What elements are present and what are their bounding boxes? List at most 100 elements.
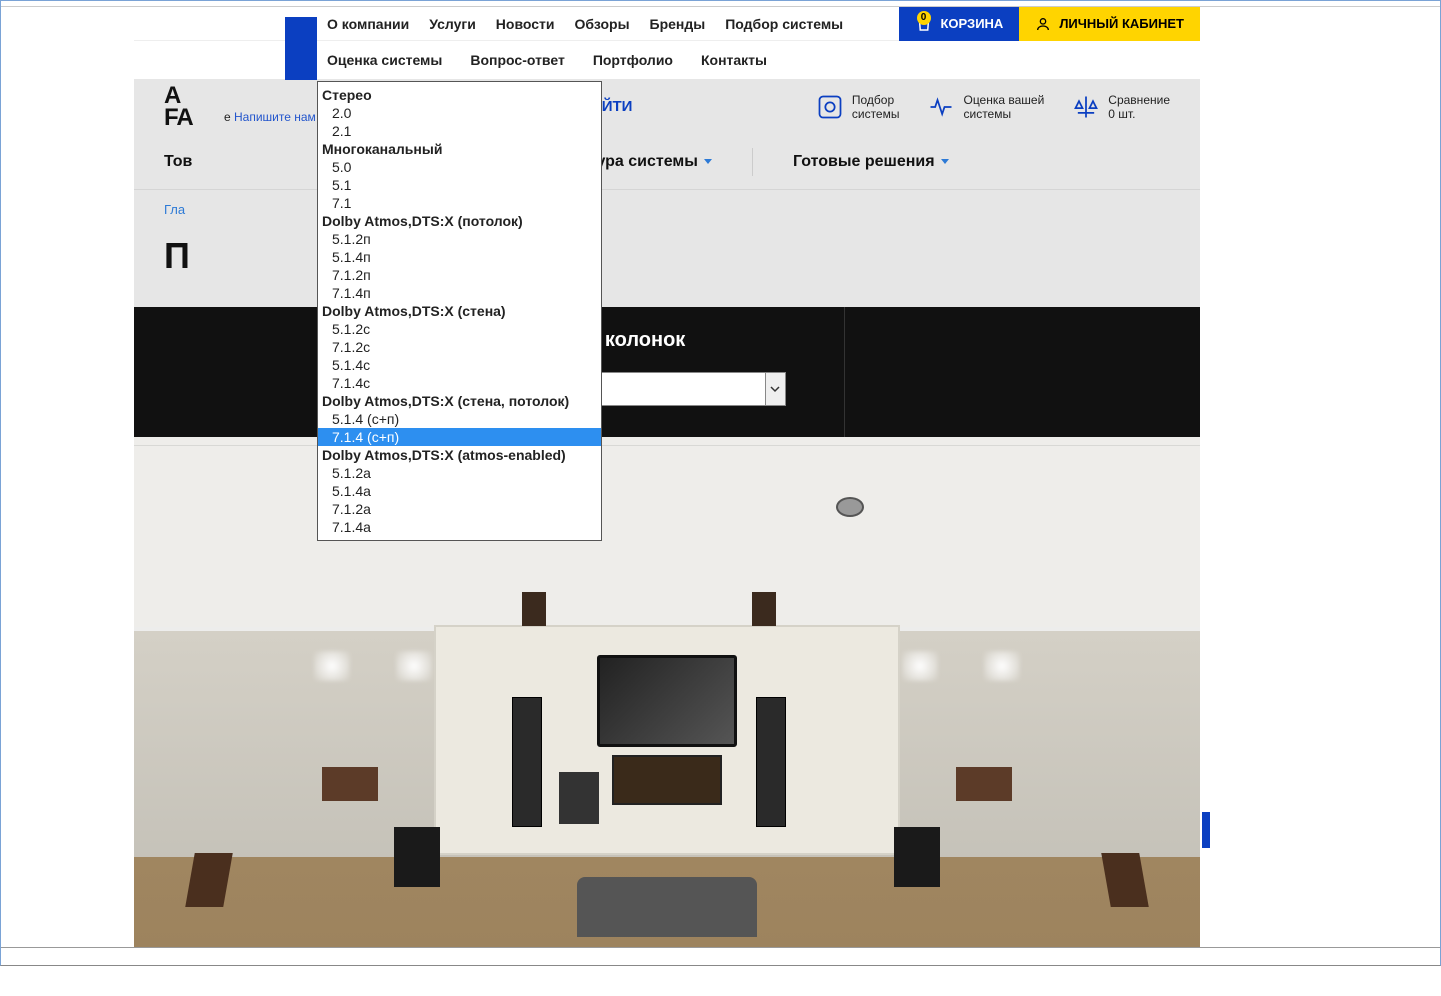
icon-link-compare-l2: 0 шт. bbox=[1108, 107, 1170, 121]
dropdown-item[interactable]: 7.1 bbox=[318, 194, 601, 212]
config-cell-3 bbox=[845, 307, 1200, 437]
side-left-speaker-icon bbox=[322, 767, 378, 801]
dropdown-item[interactable]: 7.1.4п bbox=[318, 284, 601, 302]
dropdown-item[interactable]: 5.1.2с bbox=[318, 320, 601, 338]
subnav-evaluation[interactable]: Оценка системы bbox=[327, 52, 442, 68]
icon-link-podmor-l2: системы bbox=[852, 107, 900, 121]
dropdown-group-header: Dolby Atmos,DTS:X (стена, потолок) bbox=[318, 392, 601, 410]
logo-line2: FA bbox=[164, 107, 224, 129]
dropdown-item[interactable]: 5.1 bbox=[318, 176, 601, 194]
browser-bottom-strip bbox=[1, 947, 1440, 965]
height-right-speaker-icon bbox=[752, 592, 776, 626]
dropdown-item[interactable]: 7.1.2с bbox=[318, 338, 601, 356]
tab-products[interactable]: Тов bbox=[164, 153, 192, 171]
nav-system-pick[interactable]: Подбор системы bbox=[725, 11, 843, 37]
dropdown-group-header: Dolby Atmos,DTS:X (потолок) bbox=[318, 212, 601, 230]
breadcrumb: Гла bbox=[134, 190, 1200, 225]
select-arrow-icon bbox=[765, 373, 785, 405]
dropdown-item[interactable]: 7.1.2п bbox=[318, 266, 601, 284]
dropdown-item[interactable]: 5.0 bbox=[318, 158, 601, 176]
target-icon bbox=[816, 93, 844, 121]
dropdown-item[interactable]: 7.1.4с bbox=[318, 374, 601, 392]
nav-about[interactable]: О компании bbox=[327, 11, 409, 37]
tab-solutions[interactable]: Готовые решения bbox=[793, 153, 949, 171]
contact-prefix: е bbox=[224, 110, 234, 124]
icon-link-podmor[interactable]: Подборсистемы bbox=[816, 93, 900, 121]
front-left-speaker-icon bbox=[512, 697, 542, 827]
icon-link-compare-l1: Сравнение bbox=[1108, 93, 1170, 107]
tv-stand-icon bbox=[612, 755, 722, 805]
dropdown-item[interactable]: 2.0 bbox=[318, 104, 601, 122]
tab-solutions-label: Готовые решения bbox=[793, 153, 935, 171]
header-icon-links: Подборсистемы Оценка вашейсистемы Сравне… bbox=[816, 93, 1170, 121]
dropdown-item[interactable]: 2.1 bbox=[318, 122, 601, 140]
wall-light-icon bbox=[314, 651, 350, 681]
subnav-faq[interactable]: Вопрос-ответ bbox=[470, 52, 564, 68]
nav-news[interactable]: Новости bbox=[496, 11, 555, 37]
dropdown-group-header: Многоканальный bbox=[318, 140, 601, 158]
dropdown-item[interactable]: 7.1.2а bbox=[318, 500, 601, 518]
dropdown-item[interactable]: 7.1.4 (с+п) bbox=[318, 428, 601, 446]
feedback-tab[interactable] bbox=[1202, 812, 1210, 848]
front-right-speaker-icon bbox=[756, 697, 786, 827]
scales-icon bbox=[1072, 93, 1100, 121]
tv-icon bbox=[597, 655, 737, 747]
pulse-icon bbox=[927, 93, 955, 121]
page-title: П bbox=[134, 225, 1200, 307]
icon-link-evaluate[interactable]: Оценка вашейсистемы bbox=[927, 93, 1044, 121]
rear-left-speaker-icon bbox=[394, 827, 440, 887]
account-label: ЛИЧНЫЙ КАБИНЕТ bbox=[1059, 16, 1184, 31]
dropdown-item[interactable]: 5.1.4 (с+п) bbox=[318, 410, 601, 428]
dropdown-group-header: Стерео bbox=[318, 86, 601, 104]
dropdown-item[interactable]: 5.1.4с bbox=[318, 356, 601, 374]
dropdown-item[interactable]: 5.1.2а bbox=[318, 464, 601, 482]
dropdown-item[interactable]: 5.1.2п bbox=[318, 230, 601, 248]
nav-reviews[interactable]: Обзоры bbox=[575, 11, 630, 37]
sofa-icon bbox=[577, 877, 757, 937]
wall-light-icon bbox=[902, 651, 938, 681]
ceiling-spot-right-icon bbox=[836, 497, 864, 517]
tab-products-label: Тов bbox=[164, 153, 192, 171]
logo[interactable]: A FA bbox=[164, 85, 224, 129]
wall-light-icon bbox=[984, 651, 1020, 681]
structure-dropdown-panel[interactable]: Стерео2.02.1Многоканальный5.05.17.1Dolby… bbox=[317, 81, 602, 541]
room-visualization bbox=[134, 437, 1200, 947]
chevron-down-icon bbox=[704, 159, 712, 164]
subnav-contacts[interactable]: Контакты bbox=[701, 52, 767, 68]
nav-brands[interactable]: Бренды bbox=[650, 11, 706, 37]
side-right-speaker-icon bbox=[956, 767, 1012, 801]
icon-link-podmor-l1: Подбор bbox=[852, 93, 900, 107]
nav-services[interactable]: Услуги bbox=[429, 11, 476, 37]
wall-light-icon bbox=[396, 651, 432, 681]
cart-label: КОРЗИНА bbox=[941, 16, 1004, 31]
dropdown-item[interactable]: 5.1.4п bbox=[318, 248, 601, 266]
icon-link-evaluate-l2: системы bbox=[963, 107, 1044, 121]
header-row: A FA 1210 е Напишите нам НАЙТИ Подборсис… bbox=[134, 79, 1200, 134]
icon-link-evaluate-l1: Оценка вашей bbox=[963, 93, 1044, 107]
top-right: 0 КОРЗИНА ЛИЧНЫЙ КАБИНЕТ bbox=[899, 7, 1201, 41]
icon-link-compare[interactable]: Сравнение0 шт. bbox=[1072, 93, 1170, 121]
dropdown-item[interactable]: 5.1.4а bbox=[318, 482, 601, 500]
cart-button[interactable]: 0 КОРЗИНА bbox=[899, 7, 1020, 41]
top-nav-links: О компании Услуги Новости Обзоры Бренды … bbox=[327, 11, 843, 37]
crumb-home[interactable]: Гла bbox=[164, 202, 185, 217]
page-wrap: О компании Услуги Новости Обзоры Бренды … bbox=[134, 7, 1200, 947]
dropdown-group-header: Dolby Atmos,DTS:X (atmos-enabled) bbox=[318, 446, 601, 464]
contact-us-link[interactable]: Напишите нам bbox=[234, 110, 316, 124]
tab-separator bbox=[752, 148, 753, 176]
room-ceiling bbox=[134, 437, 1200, 627]
account-button[interactable]: ЛИЧНЫЙ КАБИНЕТ bbox=[1019, 7, 1200, 41]
outer-frame: О компании Услуги Новости Обзоры Бренды … bbox=[0, 0, 1441, 966]
subnav-portfolio[interactable]: Портфолио bbox=[593, 52, 673, 68]
chevron-down-icon bbox=[941, 159, 949, 164]
dropdown-group-header: Dolby Atmos,DTS:X (стена) bbox=[318, 302, 601, 320]
rear-right-speaker-icon bbox=[894, 827, 940, 887]
user-icon bbox=[1035, 16, 1051, 32]
config-bar: Уровень колонок Уровень 9 bbox=[134, 307, 1200, 437]
height-left-speaker-icon bbox=[522, 592, 546, 626]
secondary-tabs: Тов Структура системы Готовые решения bbox=[134, 134, 1200, 190]
subwoofer-icon bbox=[559, 772, 599, 824]
cart-count-badge: 0 bbox=[917, 11, 931, 25]
dropdown-item[interactable]: 7.1.4а bbox=[318, 518, 601, 536]
brand-square-icon bbox=[285, 17, 317, 80]
